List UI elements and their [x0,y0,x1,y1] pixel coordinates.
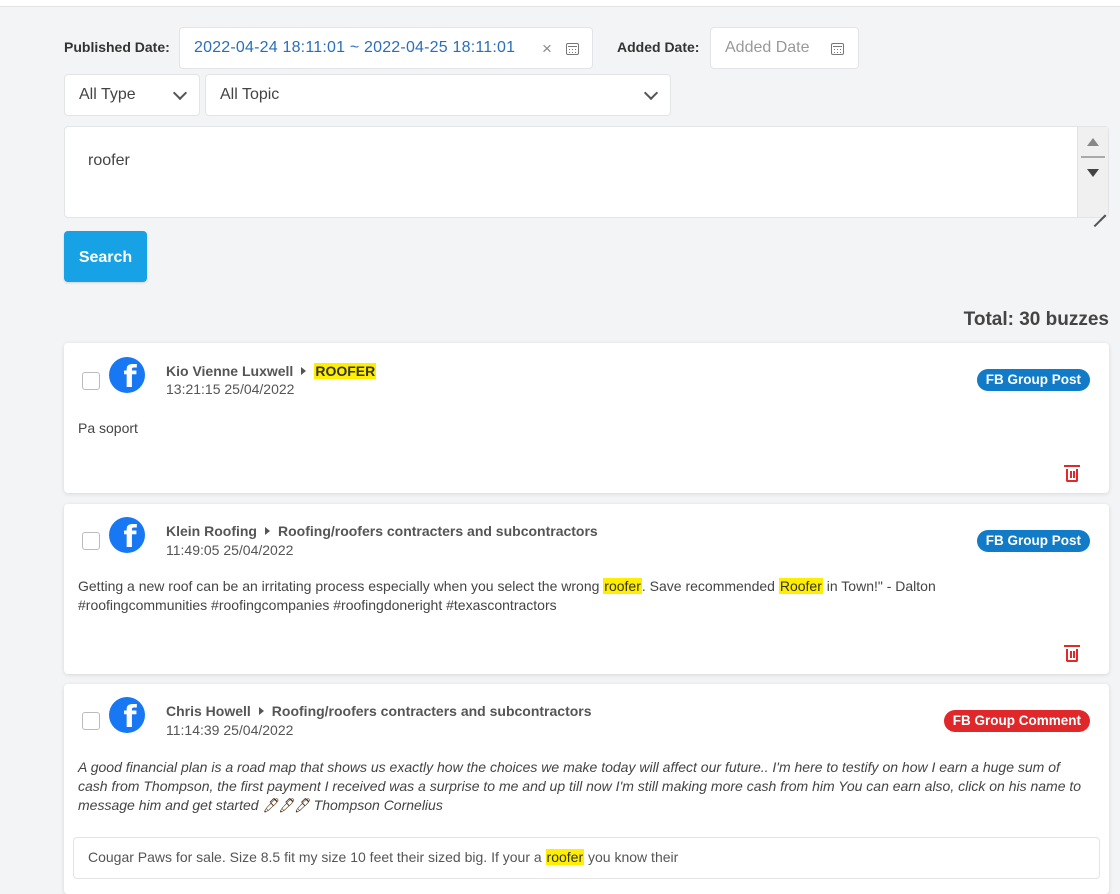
chevron-down-icon [172,85,188,101]
calendar-icon[interactable] [831,43,844,55]
group-name[interactable]: Roofing/roofers contracters and subcontr… [272,703,592,719]
total-count: Total: 30 buzzes [963,309,1109,330]
topic-select-value: All Topic [220,86,280,103]
scroll-up-icon[interactable] [1087,138,1099,146]
published-date-range-picker[interactable]: 2022-04-24 18:11:01 ~ 2022-04-25 18:11:0… [179,27,593,69]
author-name[interactable]: Chris Howell [166,703,251,719]
keyword-highlight: roofer [603,578,642,594]
type-select[interactable]: All Type [64,74,200,116]
top-bar [0,0,1120,7]
parent-post-text: Cougar Paws for sale. Size 8.5 fit my si… [88,849,679,865]
post-header: Kio Vienne Luxwell ROOFER [166,363,377,379]
select-checkbox[interactable] [82,532,100,550]
post-time: 11:14:39 25/04/2022 [166,722,294,738]
author-name[interactable]: Kio Vienne Luxwell [166,363,293,379]
facebook-icon: f [109,357,145,393]
source-badge: FB Group Post [976,369,1090,391]
source-badge: FB Group Comment [943,710,1090,732]
published-date-label: Published Date: [64,39,170,55]
author-name[interactable]: Klein Roofing [166,523,257,539]
post-header: Chris Howell Roofing/roofers contracters … [166,703,592,719]
post-time: 11:49:05 25/04/2022 [166,542,294,558]
group-name[interactable]: Roofing/roofers contracters and subcontr… [278,523,598,539]
clear-icon[interactable]: × [542,39,552,59]
keyword-highlight: Roofer [778,578,823,594]
scroll-down-icon[interactable] [1087,169,1099,177]
calendar-icon[interactable] [566,43,579,55]
type-select-value: All Type [79,86,136,103]
added-date-placeholder: Added Date [725,39,810,56]
trash-icon[interactable] [1064,645,1080,662]
caret-right-icon [265,527,270,535]
trash-icon[interactable] [1064,465,1080,482]
keyword-highlight: roofer [545,849,585,865]
source-badge: FB Group Post [976,530,1090,552]
facebook-icon: f [109,517,145,553]
post-text: Pa soport [78,420,138,436]
facebook-icon: f [109,697,145,733]
scroll-thumb[interactable] [1081,156,1105,158]
added-date-picker[interactable]: Added Date [710,27,859,69]
caret-right-icon [301,367,307,375]
parent-post-box: Cougar Paws for sale. Size 8.5 fit my si… [73,837,1100,879]
added-date-label: Added Date: [617,39,700,55]
keyword-textarea[interactable]: roofer [64,126,1109,218]
comment-text: A good financial plan is a road map that… [78,759,1082,813]
post-header: Klein Roofing Roofing/roofers contracters… [166,523,598,539]
post-time: 13:21:15 25/04/2022 [166,381,295,397]
buzz-card: f Chris Howell Roofing/roofers contracter… [64,684,1109,894]
chevron-down-icon [643,85,659,101]
group-name[interactable]: ROOFER [314,363,377,379]
topic-select[interactable]: All Topic [205,74,671,116]
caret-right-icon [258,707,264,715]
select-checkbox[interactable] [82,712,100,730]
keyword-value: roofer [88,152,130,169]
textarea-scrollbar[interactable] [1077,127,1108,217]
post-text: Getting a new roof can be an irritating … [78,578,936,613]
select-checkbox[interactable] [82,372,100,390]
resize-handle-icon[interactable] [1094,203,1106,215]
pen-emoji: 🖊🖊🖊 [262,797,311,813]
published-date-value: 2022-04-24 18:11:01 ~ 2022-04-25 18:11:0… [194,39,516,56]
buzz-card: f Kio Vienne Luxwell ROOFER 13:21:15 25/0… [64,343,1109,493]
buzz-card: f Klein Roofing Roofing/roofers contracte… [64,504,1109,674]
search-button[interactable]: Search [64,231,147,282]
